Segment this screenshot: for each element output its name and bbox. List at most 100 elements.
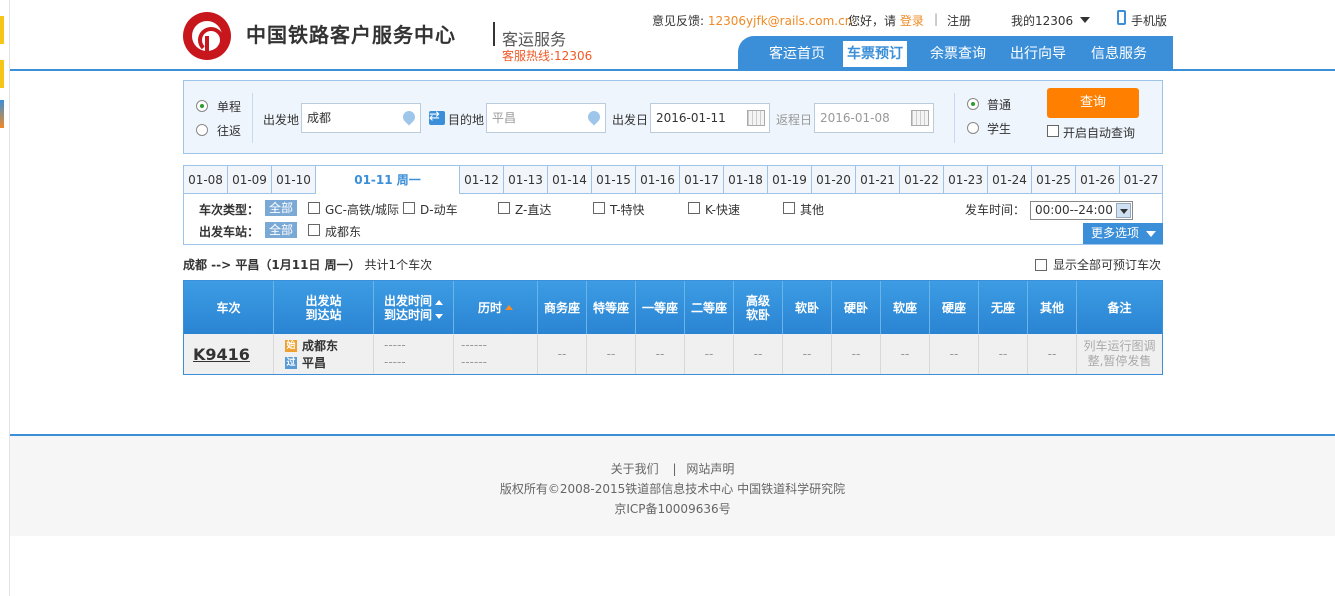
depart-date-label: 出发日	[612, 113, 649, 127]
date-tab[interactable]: 01-16	[635, 165, 679, 194]
nav-remaining-tickets[interactable]: 余票查询	[926, 43, 990, 65]
date-tab[interactable]: 01-13	[503, 165, 547, 194]
one-way-label: 单程	[217, 100, 242, 114]
more-options-label: 更多选项	[1091, 226, 1140, 240]
date-tab[interactable]: 01-23	[943, 165, 987, 194]
train-type-all-button[interactable]: 全部	[265, 200, 297, 216]
sort-down-icon[interactable]	[435, 313, 443, 319]
type-other-checkbox[interactable]	[783, 202, 795, 214]
train-number-link[interactable]: K9416	[193, 345, 250, 364]
railway-logo-stem	[205, 36, 209, 54]
divider	[954, 93, 955, 143]
depart-date-input[interactable]: 2016-01-11	[650, 103, 770, 133]
from-station-line: 始 成都东	[285, 337, 338, 354]
return-date-input[interactable]: 2016-01-08	[814, 103, 934, 133]
ticket-normal-label: 普通	[987, 98, 1012, 112]
chevron-down-icon[interactable]	[1116, 203, 1131, 218]
from-station-input[interactable]: 成都	[301, 103, 421, 133]
depart-time-label: 发车时间：	[965, 203, 1026, 217]
hello-text: 您好，请	[848, 14, 897, 28]
depart-time: -----	[384, 338, 406, 352]
type-gc-checkbox[interactable]	[308, 202, 320, 214]
sort-up-icon[interactable]	[505, 305, 513, 310]
footer: 关于我们 | 网站声明 版权所有©2008-2015铁道部信息技术中心 中国铁道…	[10, 434, 1335, 536]
feedback-email-link[interactable]: 12306yjfk@rails.com.cn	[708, 14, 852, 28]
mobile-phone-icon[interactable]	[1117, 10, 1126, 25]
arrive-time: -----	[384, 355, 406, 369]
nav-info-service[interactable]: 信息服务	[1087, 43, 1151, 65]
one-way-radio[interactable]	[196, 100, 208, 112]
auto-query-checkbox[interactable]	[1047, 125, 1059, 137]
main-nav: 客运首页 车票预订 余票查询 出行向导 信息服务	[738, 36, 1173, 70]
type-k-label: K-快速	[705, 203, 740, 217]
date-tab[interactable]: 01-25	[1031, 165, 1075, 194]
show-all-checkbox[interactable]	[1035, 259, 1047, 271]
divider	[252, 93, 253, 143]
chevron-down-icon[interactable]	[1080, 17, 1090, 23]
type-k-checkbox[interactable]	[688, 202, 700, 214]
about-us-link[interactable]: 关于我们	[611, 462, 659, 476]
date-tabs: 01-08 01-09 01-10 01-11 周一 01-12 01-13 0…	[183, 165, 1163, 195]
date-tab-active[interactable]: 01-11 周一	[315, 165, 459, 195]
query-button[interactable]: 查询	[1047, 88, 1139, 118]
station-chengdudong-checkbox[interactable]	[308, 224, 320, 236]
ticket-student-radio[interactable]	[967, 122, 979, 134]
date-tab[interactable]: 01-19	[767, 165, 811, 194]
col-arrive-time[interactable]: 到达时间	[384, 308, 443, 322]
date-tab[interactable]: 01-15	[591, 165, 635, 194]
date-tab[interactable]: 01-08	[183, 165, 227, 194]
mobile-version-link[interactable]: 手机版	[1131, 12, 1167, 29]
type-z-checkbox[interactable]	[498, 202, 510, 214]
sort-up-icon[interactable]	[435, 299, 443, 305]
calendar-icon[interactable]	[747, 110, 765, 126]
type-z-label: Z-直达	[515, 203, 552, 217]
date-tab[interactable]: 01-21	[855, 165, 899, 194]
side-tab-1[interactable]	[0, 16, 4, 44]
calendar-icon[interactable]	[911, 110, 929, 126]
location-pin-icon	[400, 108, 418, 126]
date-tab[interactable]: 01-18	[723, 165, 767, 194]
col-duration[interactable]: 历时	[454, 281, 538, 334]
title-divider	[493, 22, 495, 46]
seat-first: --	[636, 334, 685, 374]
footer-links: 关于我们 | 网站声明	[10, 460, 1335, 477]
stations-cell: 始 成都东 过 平昌	[274, 334, 374, 374]
side-tab-3[interactable]	[0, 100, 4, 128]
nav-travel-guide[interactable]: 出行向导	[1006, 43, 1070, 65]
station-all-button[interactable]: 全部	[265, 222, 297, 238]
type-t-checkbox[interactable]	[593, 202, 605, 214]
ticket-normal-radio[interactable]	[967, 98, 979, 110]
date-tab[interactable]: 01-27	[1119, 165, 1163, 194]
date-tab[interactable]: 01-10	[271, 165, 315, 194]
date-tab[interactable]: 01-26	[1075, 165, 1119, 194]
more-options-button[interactable]: 更多选项	[1083, 223, 1163, 244]
type-d-checkbox[interactable]	[403, 202, 415, 214]
to-station-input[interactable]: 平昌	[486, 103, 606, 133]
col-hard-sleeper: 硬卧	[832, 281, 881, 334]
swap-stations-icon[interactable]	[429, 109, 445, 125]
date-tab[interactable]: 01-09	[227, 165, 271, 194]
seat-other: --	[1028, 334, 1077, 374]
seat-business: --	[538, 334, 587, 374]
date-tab[interactable]: 01-14	[547, 165, 591, 194]
side-tab-2[interactable]	[0, 60, 4, 88]
date-tab[interactable]: 01-20	[811, 165, 855, 194]
date-tab[interactable]: 01-12	[459, 165, 503, 194]
site-statement-link[interactable]: 网站声明	[686, 462, 734, 476]
my12306-menu[interactable]: 我的12306	[1011, 12, 1073, 29]
round-trip-radio[interactable]	[196, 124, 208, 136]
footer-separator: |	[672, 462, 677, 476]
date-tab[interactable]: 01-17	[679, 165, 723, 194]
col-depart-time[interactable]: 出发时间	[384, 294, 443, 308]
nav-ticket-booking[interactable]: 车票预订	[843, 41, 907, 67]
col-to-station: 到达站	[305, 307, 342, 322]
date-tab[interactable]: 01-24	[987, 165, 1031, 194]
login-link[interactable]: 登录	[900, 14, 924, 28]
chevron-down-icon	[1146, 231, 1156, 237]
register-link[interactable]: 注册	[947, 12, 971, 29]
date-tab[interactable]: 01-22	[899, 165, 943, 194]
nav-home[interactable]: 客运首页	[765, 43, 829, 65]
table-header: 车次 出发站 到达站 出发时间 到达时间 历时 商务座 特等座 一等座 二等座 …	[184, 281, 1162, 334]
depart-time-select[interactable]: 00:00--24:00	[1030, 201, 1133, 220]
col-times[interactable]: 出发时间 到达时间	[374, 281, 454, 334]
